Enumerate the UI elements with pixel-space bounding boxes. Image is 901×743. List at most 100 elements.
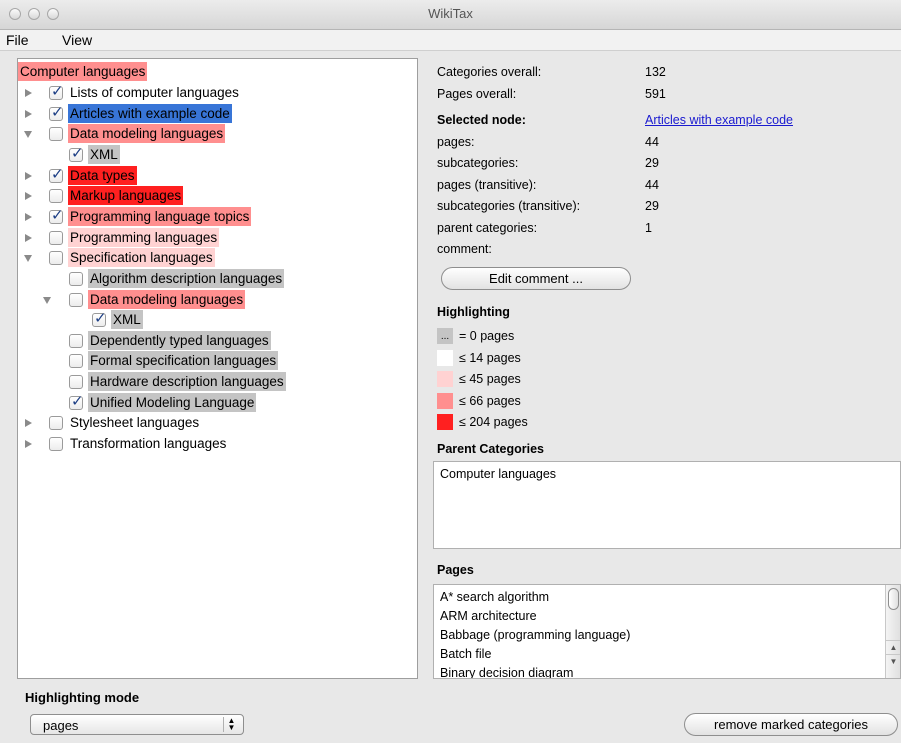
pages-value: 44 [645,135,659,149]
pages-transitive-value: 44 [645,178,659,192]
tree-row-label[interactable]: Stylesheet languages [68,413,201,432]
tree-checkbox[interactable]: ✓ [49,104,64,121]
tree-checkbox[interactable]: ✓ [69,393,84,410]
pages-overall-label: Pages overall: [437,87,517,101]
tree-checkbox[interactable] [69,375,83,390]
pages-list[interactable]: A* search algorithm ARM architecture Babba… [433,584,901,679]
tree-row-label[interactable]: Programming languages [68,227,220,247]
expand-right-icon[interactable] [25,233,32,242]
tree-checkbox[interactable] [69,271,83,286]
tree-row-label[interactable]: Markup languages [68,186,184,206]
edit-comment-button[interactable]: Edit comment ... [441,267,631,290]
tree-root-label[interactable]: Computer languages [18,62,148,81]
tree-checkbox[interactable] [49,251,63,266]
tree-row-label[interactable]: Unified Modeling Language [88,392,257,412]
expand-right-icon[interactable] [25,109,32,118]
tree-row[interactable]: Data modeling languages [18,124,398,144]
expand-down-icon[interactable] [24,131,32,139]
scroll-up-arrow-icon[interactable]: ▲ [886,640,900,654]
tree-row[interactable]: Algorithm description languages [18,268,398,289]
tree-checkbox[interactable]: ✓ [49,83,64,100]
tree-row[interactable]: ✓ XML [18,310,398,330]
tree-checkbox[interactable] [49,189,63,204]
page-list-item[interactable]: Binary decision diagram [440,666,573,678]
tree-checkbox[interactable]: ✓ [92,310,107,328]
tree-row[interactable]: ✓ Data types [18,165,398,186]
tree-checkbox[interactable]: ✓ [49,166,64,183]
highlighting-mode-select[interactable]: pages ▲ ▼ [30,714,244,735]
tree-row[interactable]: ✓ XML [18,144,398,165]
expand-right-icon[interactable] [25,89,32,97]
tree-checkbox[interactable] [49,437,63,452]
page-list-item[interactable]: Batch file [440,647,491,661]
checkmark-icon: ✓ [51,83,64,100]
expand-down-icon[interactable] [24,255,32,263]
menu-file[interactable]: File [6,32,29,48]
page-list-item[interactable]: A* search algorithm [440,590,549,604]
page-list-item[interactable]: ARM architecture [440,609,537,623]
pages-title: Pages [437,563,474,577]
tree-row[interactable]: Formal specification languages [18,351,398,371]
tree-row[interactable]: Dependently typed languages [18,330,398,351]
tree-row[interactable]: ✓ Programming language topics [18,206,398,227]
expand-right-icon[interactable] [25,440,32,449]
tree-checkbox[interactable] [49,230,63,245]
subcategories-transitive-label: subcategories (transitive): [437,199,581,213]
tree-checkbox[interactable] [49,127,63,142]
tree-row[interactable]: Data modeling languages [18,289,398,310]
tree-row-label[interactable]: Dependently typed languages [88,330,271,350]
tree-row[interactable]: Stylesheet languages [18,413,398,433]
tree-row-label[interactable]: Data modeling languages [68,124,226,144]
tree-checkbox[interactable] [69,354,83,369]
tree-row-label[interactable]: XML [111,310,143,330]
pages-scrollbar[interactable]: ▲ ▼ [885,585,900,678]
tree-row-label[interactable]: XML [88,144,120,164]
expand-right-icon[interactable] [25,171,32,180]
tree-row[interactable]: Hardware description languages [18,372,398,392]
legend-label: = 0 pages [459,329,515,343]
menu-view[interactable]: View [62,32,92,48]
scroll-down-arrow-icon[interactable]: ▼ [886,654,900,668]
selected-node-link[interactable]: Articles with example code [645,113,793,127]
page-list-item[interactable]: Babbage (programming language) [440,628,630,642]
tree-row[interactable]: ✓ Lists of computer languages [18,83,398,103]
tree-row-label[interactable]: Formal specification languages [88,351,279,371]
expand-right-icon[interactable] [25,192,32,201]
tree-row-label[interactable]: Specification languages [68,248,215,268]
tree-row-label[interactable]: Algorithm description languages [88,268,285,288]
tree-checkbox[interactable] [69,333,83,348]
tree-row[interactable]: ✓ Unified Modeling Language [18,392,398,413]
expand-right-icon[interactable] [25,419,32,428]
category-tree[interactable]: Computer languages ✓ Lists of computer la… [17,58,418,679]
selected-node-label: Selected node: [437,113,526,127]
tree-row[interactable]: Specification languages [18,248,398,268]
tree-row[interactable]: ✓ Articles with example code [18,103,398,124]
pages-scroll-thumb[interactable] [888,588,899,610]
tree-row[interactable]: Markup languages [18,186,398,206]
tree-row[interactable]: Programming languages [18,227,398,248]
menu-bar: File View [0,30,901,51]
parent-categories-list[interactable]: Computer languages [433,461,901,549]
tree-row-label[interactable]: Data types [68,165,137,185]
tree-row-label[interactable]: Lists of computer languages [68,83,241,102]
tree-row-label[interactable]: Articles with example code [68,103,232,123]
tree-checkbox[interactable]: ✓ [69,145,84,162]
tree-row-label[interactable]: Transformation languages [68,434,228,453]
checkmark-icon: ✓ [51,206,64,224]
tree-checkbox[interactable] [69,292,83,307]
parent-categories-label: parent categories: [437,221,538,235]
expand-right-icon[interactable] [25,212,32,221]
legend-label: ≤ 66 pages [459,393,521,408]
tree-row-label[interactable]: Programming language topics [68,206,252,226]
tree-row-label[interactable]: Hardware description languages [88,372,286,392]
remove-marked-categories-button[interactable]: remove marked categories [684,713,898,736]
expand-down-icon[interactable] [43,296,51,304]
subcategories-transitive-value: 29 [645,199,659,213]
tree-checkbox[interactable]: ✓ [49,207,64,224]
subcategories-label: subcategories: [437,156,519,170]
tree-row[interactable]: Transformation languages [18,434,398,454]
parent-categories-value: 1 [645,221,652,235]
parent-category-item[interactable]: Computer languages [440,467,556,481]
tree-checkbox[interactable] [49,416,63,431]
tree-row-label[interactable]: Data modeling languages [88,289,246,309]
